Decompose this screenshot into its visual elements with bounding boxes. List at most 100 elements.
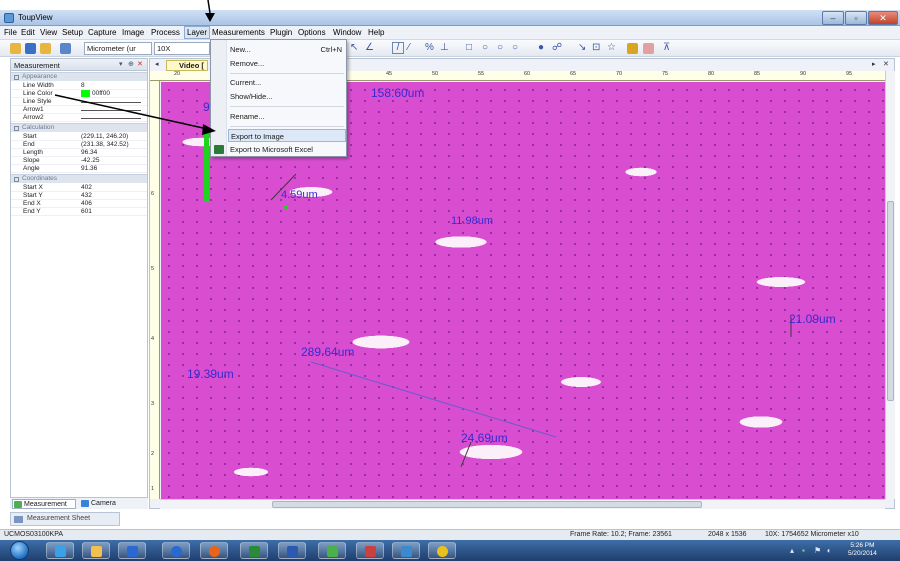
measurement-label[interactable]: 9 [203,100,210,114]
document-close-icon[interactable]: ✕ [883,60,889,68]
tab-camera[interactable]: Camera [80,499,130,509]
tray-flag-icon[interactable]: ⚑ [814,546,821,555]
arbitrary-line-icon[interactable]: ⁄ [408,42,410,54]
tray-volume-icon[interactable]: ◖ [826,546,831,555]
tray-network-icon[interactable]: ▪ [802,546,805,555]
measurement-label[interactable]: 21.09um [789,312,836,326]
line-tool-icon[interactable]: / [392,42,404,54]
property-row[interactable]: Arrow2 [11,114,147,122]
favorite-icon[interactable]: ☆ [607,42,616,54]
collapse-icon[interactable] [14,75,19,80]
property-row[interactable]: Line Style [11,98,147,106]
parallel-tool-icon[interactable]: % [425,42,434,54]
property-row[interactable]: End (231.38, 342.52) [11,141,147,149]
magnification-select[interactable]: 10X [154,42,210,55]
folder-icon[interactable] [40,43,51,54]
measure-tool-icon[interactable] [60,43,71,54]
menu-view[interactable]: View [40,28,57,37]
open-folder-icon[interactable] [10,43,21,54]
unit-select[interactable]: Micrometer (ur [84,42,152,55]
circle-3pt-tool-icon[interactable]: ○ [512,42,518,54]
measurement-label[interactable]: 24.69um [461,431,508,445]
menu-file[interactable]: File [4,28,17,37]
measurement-label[interactable]: 19.39um [187,367,234,381]
menu-item-remove[interactable]: Remove... [228,57,346,70]
tab-video[interactable]: Video [ [166,60,208,71]
clear-icon[interactable] [643,43,654,54]
property-row[interactable]: Start Y 432 [11,192,147,200]
taskbar-toupview[interactable] [392,542,420,559]
menu-plugin[interactable]: Plugin [270,28,292,37]
tab-measurement[interactable]: Measurement [12,499,76,509]
calibration-icon[interactable] [627,43,638,54]
scale-bar-icon[interactable]: ⊼ [663,42,670,54]
measurement-label[interactable]: 289.64um [301,345,354,359]
taskbar-ie[interactable] [46,542,74,559]
menu-item-new[interactable]: New... Ctrl+N [228,43,346,56]
property-row[interactable]: Length 96.34 [11,149,147,157]
property-row[interactable]: Line Color 00ff00 [11,90,147,98]
taskbar-clock[interactable]: 5:26 PM 5/20/2014 [848,542,877,558]
menu-options[interactable]: Options [298,28,326,37]
scroll-thumb[interactable] [272,501,702,508]
menu-edit[interactable]: Edit [21,28,35,37]
menu-capture[interactable]: Capture [88,28,116,37]
property-row[interactable]: Start (229.11, 246.20) [11,133,147,141]
taskbar-excel[interactable] [240,542,268,559]
taskbar-media[interactable] [118,542,146,559]
taskbar-firefox[interactable] [200,542,228,559]
measurement-label[interactable]: 158.60um [371,86,424,100]
menu-setup[interactable]: Setup [62,28,83,37]
menu-item-show-hide[interactable]: Show/Hide... [228,90,346,103]
horizontal-scrollbar[interactable] [160,499,885,509]
taskbar-network[interactable] [356,542,384,559]
menu-process[interactable]: Process [151,28,180,37]
angle-tool-icon[interactable]: ∠ [365,42,374,54]
taskbar-chrome[interactable] [428,542,456,559]
menu-item-export-image[interactable]: Export to Image [228,129,346,142]
property-row[interactable]: Arrow1 [11,106,147,114]
property-row[interactable]: Line Width 8 [11,82,147,90]
group-appearance[interactable]: Appearance [11,72,147,81]
property-row[interactable]: Start X 402 [11,184,147,192]
tab-scroll-left-icon[interactable]: ◂ [155,60,159,68]
taskbar-app[interactable] [318,542,346,559]
property-row[interactable]: Angle 91.36 [11,165,147,173]
menu-measurements[interactable]: Measurements [212,28,265,37]
group-coordinates[interactable]: Coordinates [11,174,147,183]
text-tool-icon[interactable]: ⊡ [592,42,600,54]
point-tool-icon[interactable]: ● [538,42,544,54]
measurement-sheet-tab[interactable]: Measurement Sheet [10,512,120,526]
scroll-thumb[interactable] [887,201,894,401]
panel-pin-icon[interactable]: ⊕ [128,60,134,68]
taskbar-explorer[interactable] [82,542,110,559]
circle-tool-icon[interactable]: ○ [497,42,503,54]
minimize-button[interactable]: – [822,11,844,25]
pointer-tool-icon[interactable]: ↖ [350,42,358,54]
measurement-label[interactable]: 4.59um [281,189,318,201]
menu-window[interactable]: Window [333,28,361,37]
save-icon[interactable] [25,43,36,54]
perpendicular-tool-icon[interactable]: ⊥ [440,42,449,54]
menu-item-current[interactable]: Current... [228,76,346,89]
menu-item-export-excel[interactable]: Export to Microsoft Excel [228,143,346,156]
start-button[interactable] [10,541,29,560]
polygon-tool-icon[interactable]: ☍ [552,42,562,54]
property-row[interactable]: Slope -42.25 [11,157,147,165]
group-calculation[interactable]: Calculation [11,123,147,132]
close-button[interactable]: ✕ [868,11,898,25]
maximize-button[interactable]: ▫ [845,11,867,25]
tab-scroll-right-icon[interactable]: ▸ [872,60,876,68]
measure-line[interactable] [460,441,472,468]
menu-item-rename[interactable]: Rename... [228,110,346,123]
measurement-label[interactable]: 11.98um [451,215,493,227]
taskbar-word[interactable] [278,542,306,559]
menu-help[interactable]: Help [368,28,384,37]
menu-image[interactable]: Image [122,28,144,37]
property-row[interactable]: End Y 601 [11,208,147,216]
selected-line-measure[interactable] [204,132,209,202]
curve-tool-icon[interactable]: ↘ [578,42,586,54]
vertical-scrollbar[interactable] [885,71,895,499]
taskbar-hp[interactable] [162,542,190,559]
measure-point[interactable] [284,205,288,209]
